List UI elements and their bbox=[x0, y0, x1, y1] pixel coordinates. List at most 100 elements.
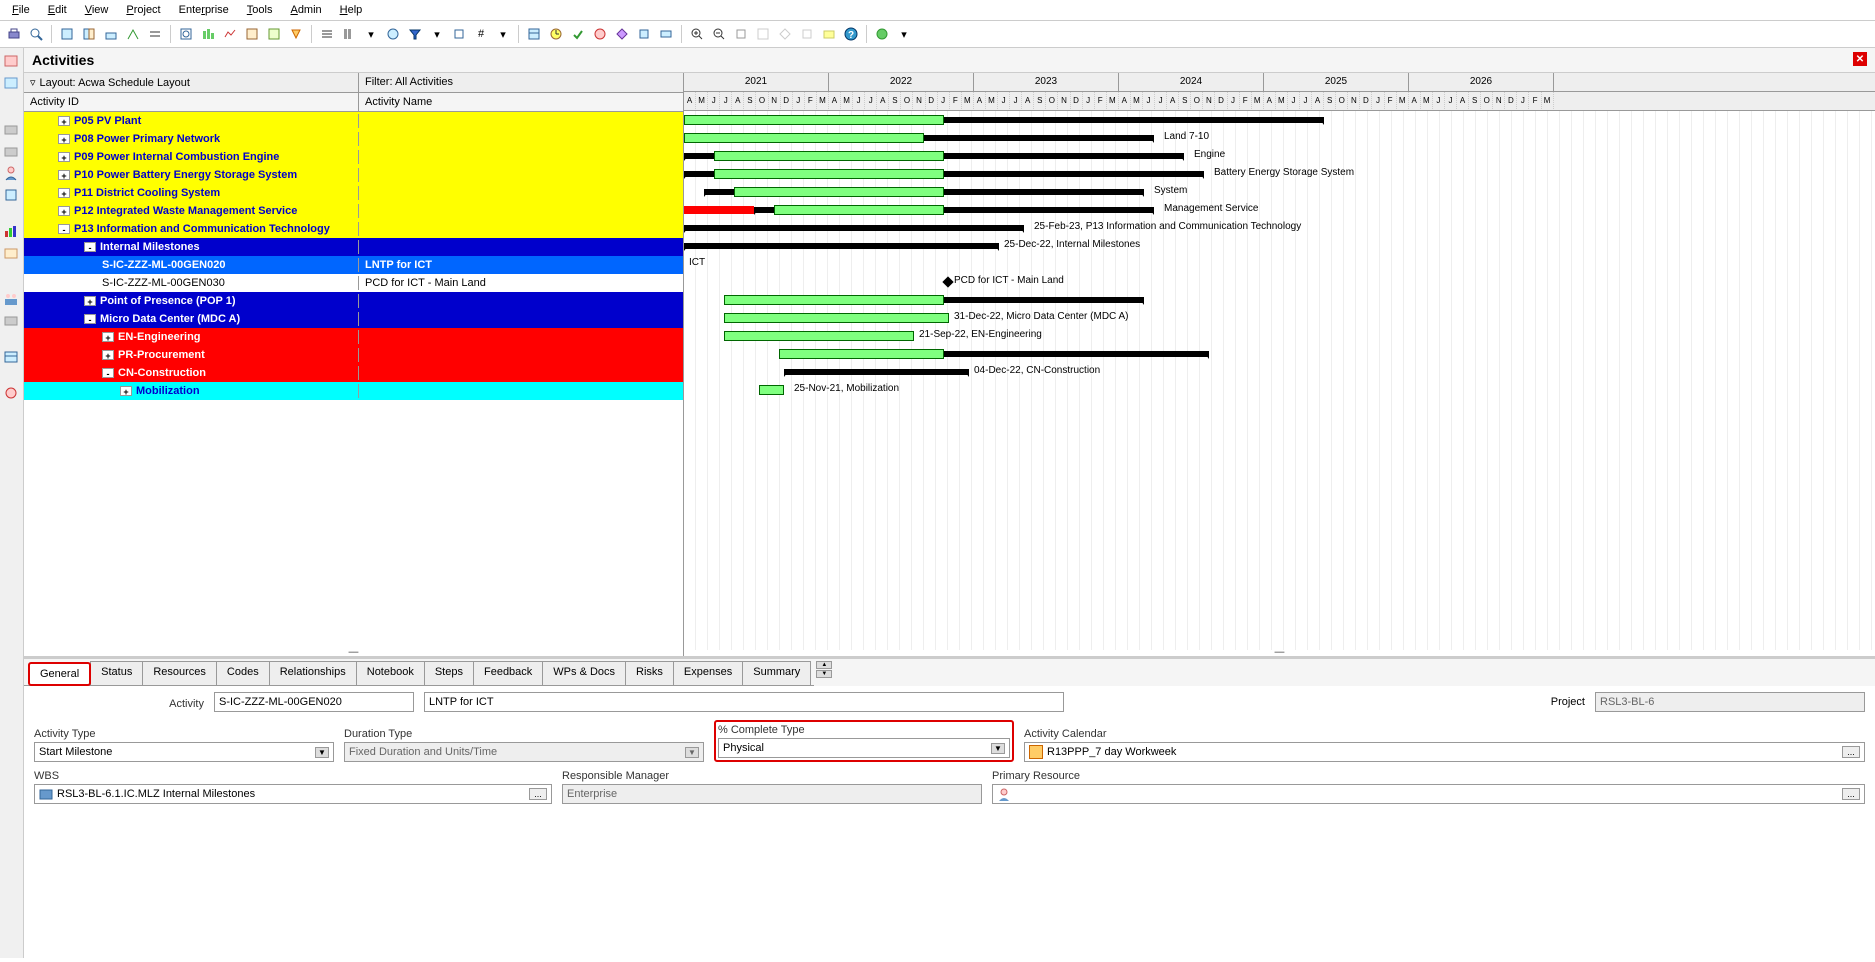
activity-row[interactable]: +P11 District Cooling System bbox=[24, 184, 683, 202]
sidebar-icon-6[interactable] bbox=[2, 186, 20, 204]
gantt-bar[interactable] bbox=[684, 115, 944, 125]
gantt-row[interactable]: Engine bbox=[684, 147, 1875, 165]
toolbar-btn-5[interactable] bbox=[101, 24, 121, 44]
toolbar-btn-38[interactable] bbox=[872, 24, 892, 44]
activity-name-field[interactable]: LNTP for ICT bbox=[424, 692, 1064, 712]
tab-status[interactable]: Status bbox=[90, 661, 143, 685]
activity-row[interactable]: -Micro Data Center (MDC A) bbox=[24, 310, 683, 328]
activity-calendar-field[interactable]: R13PPP_7 day Workweek... bbox=[1024, 742, 1865, 762]
chevron-down-icon[interactable]: ▼ bbox=[991, 743, 1005, 754]
expand-toggle[interactable]: - bbox=[84, 314, 96, 324]
toolbar-btn-29[interactable] bbox=[656, 24, 676, 44]
activity-row[interactable]: +P09 Power Internal Combustion Engine bbox=[24, 148, 683, 166]
sidebar-icon-10[interactable] bbox=[2, 312, 20, 330]
tab-summary[interactable]: Summary bbox=[742, 661, 811, 685]
toolbar-btn-26[interactable] bbox=[590, 24, 610, 44]
milestone-diamond[interactable] bbox=[942, 276, 953, 287]
toolbar-btn-25[interactable] bbox=[568, 24, 588, 44]
expand-toggle[interactable]: + bbox=[58, 170, 70, 180]
expand-toggle[interactable]: + bbox=[58, 152, 70, 162]
toolbar-btn-13[interactable] bbox=[286, 24, 306, 44]
filter-icon[interactable] bbox=[405, 24, 425, 44]
gantt-row[interactable]: PCD for ICT - Main Land bbox=[684, 273, 1875, 291]
toolbar-btn-21[interactable]: # bbox=[471, 24, 491, 44]
toolbar-btn-20[interactable] bbox=[449, 24, 469, 44]
chevron-down-icon[interactable]: ▼ bbox=[315, 747, 329, 758]
sidebar-icon-11[interactable] bbox=[2, 348, 20, 366]
activity-row[interactable]: +P05 PV Plant bbox=[24, 112, 683, 130]
toolbar-btn-10[interactable] bbox=[220, 24, 240, 44]
detail-spin-up[interactable]: ▲ bbox=[816, 661, 832, 669]
toolbar-btn-16[interactable]: ▾ bbox=[361, 24, 381, 44]
gantt-bar[interactable] bbox=[734, 187, 944, 197]
gantt-bar[interactable] bbox=[724, 313, 949, 323]
toolbar-btn-15[interactable] bbox=[339, 24, 359, 44]
activity-row[interactable]: -P13 Information and Communication Techn… bbox=[24, 220, 683, 238]
activity-row[interactable]: +EN-Engineering bbox=[24, 328, 683, 346]
activity-row[interactable]: +Point of Presence (POP 1) bbox=[24, 292, 683, 310]
gantt-bar[interactable] bbox=[714, 151, 944, 161]
sidebar-icon-12[interactable] bbox=[2, 384, 20, 402]
toolbar-btn-32[interactable] bbox=[731, 24, 751, 44]
tab-expenses[interactable]: Expenses bbox=[673, 661, 743, 685]
toolbar-btn-12[interactable] bbox=[264, 24, 284, 44]
expand-toggle[interactable]: + bbox=[58, 188, 70, 198]
toolbar-btn-9[interactable] bbox=[198, 24, 218, 44]
gantt-row[interactable]: 25-Dec-22, Internal Milestones bbox=[684, 237, 1875, 255]
gantt-row[interactable]: Management Service bbox=[684, 201, 1875, 219]
gantt-bar[interactable] bbox=[684, 243, 999, 249]
sidebar-icon-people[interactable] bbox=[2, 290, 20, 308]
expand-toggle[interactable]: + bbox=[58, 134, 70, 144]
gantt-bar[interactable] bbox=[779, 349, 944, 359]
sidebar-icon-2[interactable] bbox=[2, 74, 20, 92]
sidebar-icon-8[interactable] bbox=[2, 244, 20, 262]
activity-row[interactable]: +PR-Procurement bbox=[24, 346, 683, 364]
menu-edit[interactable]: Edit bbox=[40, 2, 75, 18]
zoom-in-icon[interactable] bbox=[687, 24, 707, 44]
tab-steps[interactable]: Steps bbox=[424, 661, 474, 685]
clock-icon[interactable] bbox=[546, 24, 566, 44]
toolbar-btn-35[interactable] bbox=[797, 24, 817, 44]
ellipsis-icon[interactable]: ... bbox=[1842, 746, 1860, 758]
expand-toggle[interactable]: + bbox=[58, 206, 70, 216]
zoom-out-icon[interactable] bbox=[709, 24, 729, 44]
expand-toggle[interactable]: + bbox=[58, 116, 70, 126]
toolbar-btn-33[interactable] bbox=[753, 24, 773, 44]
gantt-row[interactable] bbox=[684, 345, 1875, 363]
activity-row[interactable]: +P10 Power Battery Energy Storage System bbox=[24, 166, 683, 184]
gantt-bar[interactable] bbox=[684, 206, 754, 214]
menu-admin[interactable]: Admin bbox=[282, 2, 329, 18]
menu-enterprise[interactable]: Enterprise bbox=[171, 2, 237, 18]
menu-view[interactable]: View bbox=[77, 2, 117, 18]
toolbar-btn-14[interactable] bbox=[317, 24, 337, 44]
print-icon[interactable] bbox=[4, 24, 24, 44]
gantt-bar[interactable] bbox=[684, 225, 1024, 231]
gantt-bar[interactable] bbox=[724, 295, 944, 305]
activity-row[interactable]: +Mobilization bbox=[24, 382, 683, 400]
toolbar-btn-6[interactable] bbox=[123, 24, 143, 44]
gantt-bar[interactable] bbox=[714, 169, 944, 179]
gantt-row[interactable]: 25-Nov-21, Mobilization bbox=[684, 381, 1875, 399]
help-icon[interactable]: ? bbox=[841, 24, 861, 44]
primary-resource-field[interactable]: ... bbox=[992, 784, 1865, 804]
expand-toggle[interactable]: + bbox=[102, 332, 114, 342]
sidebar-icon-person[interactable] bbox=[2, 164, 20, 182]
pct-complete-type-select[interactable]: Physical▼ bbox=[718, 738, 1010, 758]
toolbar-btn-23[interactable] bbox=[524, 24, 544, 44]
menu-help[interactable]: Help bbox=[332, 2, 371, 18]
toolbar-btn-4[interactable] bbox=[79, 24, 99, 44]
menu-project[interactable]: Project bbox=[118, 2, 168, 18]
expand-toggle[interactable]: - bbox=[102, 368, 114, 378]
expand-toggle[interactable]: + bbox=[120, 386, 132, 396]
sidebar-icon-chart[interactable] bbox=[2, 222, 20, 240]
activity-row[interactable]: S-IC-ZZZ-ML-00GEN020LNTP for ICT bbox=[24, 256, 683, 274]
gantt-row[interactable]: 04-Dec-22, CN-Construction bbox=[684, 363, 1875, 381]
toolbar-btn-11[interactable] bbox=[242, 24, 262, 44]
tab-general[interactable]: General bbox=[28, 662, 91, 686]
tab-relationships[interactable]: Relationships bbox=[269, 661, 357, 685]
gantt-bar[interactable] bbox=[784, 369, 969, 375]
activity-id-field[interactable]: S-IC-ZZZ-ML-00GEN020 bbox=[214, 692, 414, 712]
gantt-row[interactable]: System bbox=[684, 183, 1875, 201]
activity-row[interactable]: +P08 Power Primary Network bbox=[24, 130, 683, 148]
sidebar-icon-1[interactable] bbox=[2, 52, 20, 70]
